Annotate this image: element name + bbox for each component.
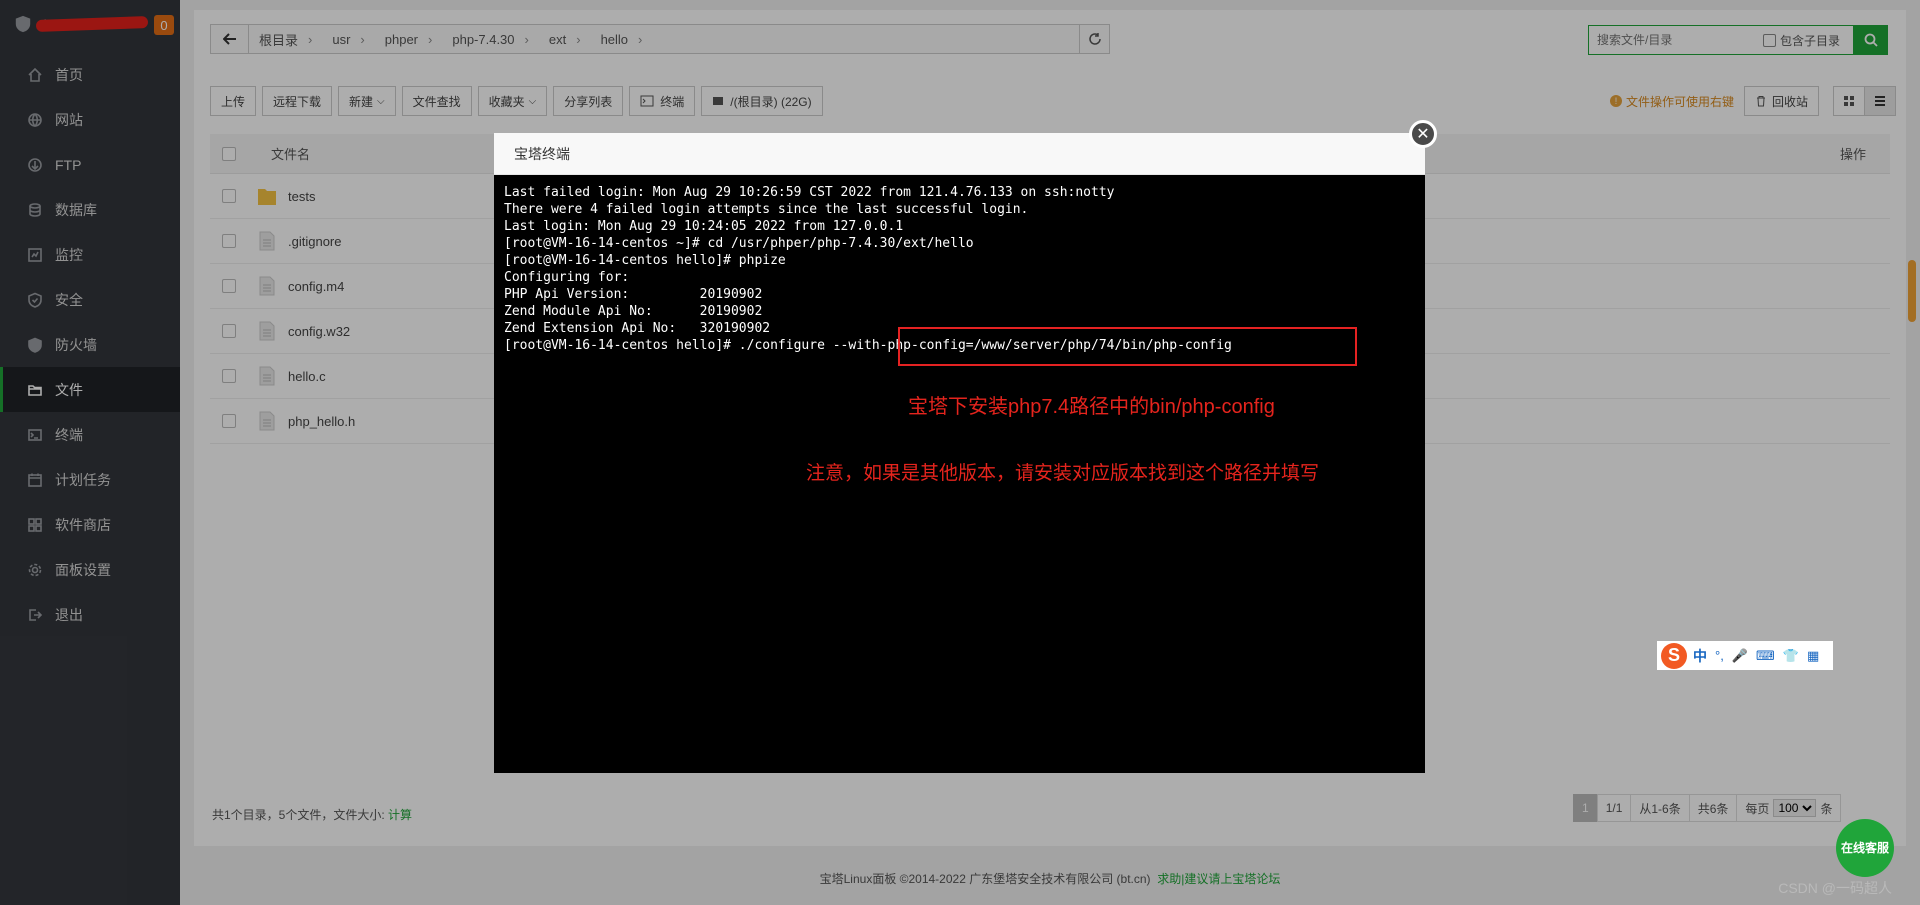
annotation-note: 注意，如果是其他版本，请安装对应版本找到这个路径并填写 bbox=[806, 463, 1320, 484]
skin-icon[interactable]: 👕 bbox=[1783, 648, 1799, 664]
terminal-line: PHP Api Version: 20190902 bbox=[504, 287, 763, 302]
terminal-line: There were 4 failed login attempts since… bbox=[504, 202, 1029, 217]
terminal-line: [root@VM-16-14-centos hello]# phpize bbox=[504, 253, 786, 268]
microphone-icon[interactable]: 🎤 bbox=[1732, 648, 1748, 664]
highlight-box bbox=[898, 327, 1357, 366]
dialog-title: 宝塔终端 bbox=[494, 133, 1425, 175]
terminal-line: Configuring for: bbox=[504, 270, 630, 285]
online-service-button[interactable]: 在线客服 bbox=[1836, 819, 1894, 877]
ime-toolbar[interactable]: S 中 °, 🎤 ⌨ 👕 ▦ bbox=[1657, 641, 1833, 670]
terminal-dialog: 宝塔终端 Last failed login: Mon Aug 29 10:26… bbox=[494, 133, 1425, 773]
terminal-line: Last login: Mon Aug 29 10:24:05 2022 fro… bbox=[504, 219, 904, 234]
close-dialog-button[interactable]: ✕ bbox=[1409, 120, 1437, 148]
close-icon: ✕ bbox=[1416, 126, 1430, 143]
sogou-logo-icon: S bbox=[1661, 642, 1687, 669]
keyboard-icon[interactable]: ⌨ bbox=[1756, 648, 1775, 664]
annotation-bin-path: 宝塔下安装php7.4路径中的bin/php-config bbox=[908, 396, 1275, 418]
menu-grid-icon[interactable]: ▦ bbox=[1807, 648, 1819, 664]
terminal-line: Zend Module Api No: 20190902 bbox=[504, 304, 763, 319]
ime-mode[interactable]: 中 bbox=[1693, 646, 1707, 666]
watermark: CSDN @一码超人 bbox=[1778, 880, 1892, 896]
punctuation-icon[interactable]: °, bbox=[1715, 648, 1724, 663]
terminal-line: Last failed login: Mon Aug 29 10:26:59 C… bbox=[504, 185, 1115, 200]
terminal-line: [root@VM-16-14-centos ~]# cd /usr/phper/… bbox=[504, 236, 974, 251]
